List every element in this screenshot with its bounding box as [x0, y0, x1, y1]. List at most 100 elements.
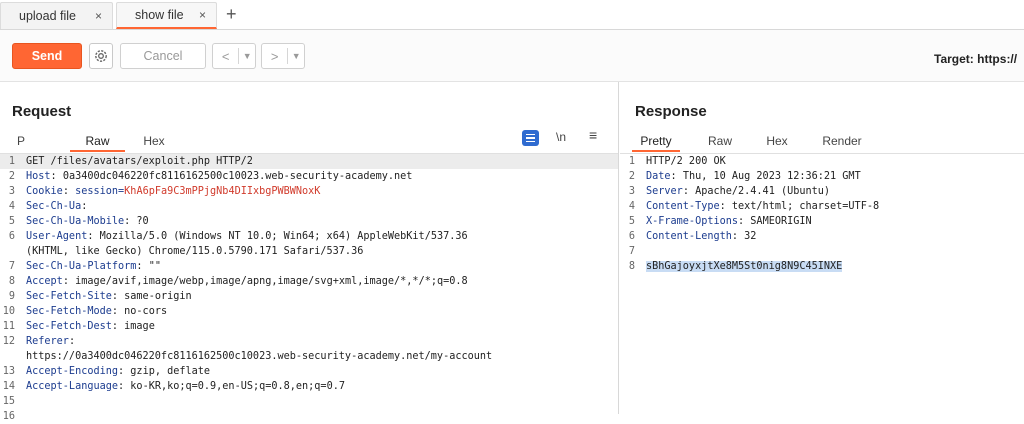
add-tab-icon[interactable]: +: [226, 4, 237, 25]
toolbar: Send Cancel < ▼ > ▼ Target: https://: [0, 30, 1024, 82]
tab-pretty[interactable]: P: [14, 130, 28, 152]
line-number: 7: [8, 261, 15, 272]
editor-line: 5 Sec-Ch-Ua-Mobile: ?0: [0, 214, 618, 229]
line-content: User-Agent: Mozilla/5.0 (Windows NT 10.0…: [26, 229, 468, 244]
header-name: Sec-Fetch-Site: [26, 291, 112, 302]
line-number: 5: [8, 216, 15, 227]
header-separator: :: [81, 201, 88, 212]
header-name: User-Agent: [26, 231, 88, 242]
line-content: Accept-Encoding: gzip, deflate: [26, 364, 210, 379]
line-number: 3: [8, 186, 15, 197]
tab-hex[interactable]: Hex: [136, 130, 172, 152]
header-value: Mozilla/5.0 (Windows NT 10.0; Win64; x64…: [99, 231, 468, 242]
header-value: text/html; charset=UTF-8: [731, 201, 880, 212]
line-number: 4: [628, 201, 635, 212]
header-separator: :: [62, 186, 76, 197]
header-value: 0a3400dc046220fc8116162500c10023.web-sec…: [62, 171, 413, 182]
menu-icon[interactable]: ≡: [589, 127, 597, 143]
response-body-selected: sBhGajoyxjtXe8M5St0nig8N9C45INXE: [646, 261, 843, 272]
response-editor[interactable]: 1 HTTP/2 200 OK 2 Date: Thu, 10 Aug 2023 12…: [620, 153, 1024, 414]
line-content: Host: 0a3400dc046220fc8116162500c10023.w…: [26, 169, 412, 184]
chevron-down-icon[interactable]: ▼: [239, 51, 255, 61]
tab-render[interactable]: Render: [820, 130, 864, 152]
line-content: https://0a3400dc046220fc8116162500c10023…: [26, 349, 492, 364]
header-value: GET /files/avatars/exploit.php HTTP/2: [26, 156, 253, 167]
settings-button[interactable]: [89, 43, 113, 69]
tab-upload-file[interactable]: upload file ×: [0, 2, 113, 29]
line-number: 5: [628, 216, 635, 227]
chevron-right-icon: >: [270, 48, 279, 64]
line-number: 14: [2, 381, 15, 392]
editor-line: 15: [0, 394, 618, 409]
chevron-down-icon[interactable]: ▼: [288, 51, 304, 61]
header-separator: :: [50, 171, 63, 182]
line-content: Referer:: [26, 334, 75, 349]
header-name: Content-Type: [646, 201, 720, 212]
tab-label: upload file: [19, 9, 76, 23]
header-name: Accept-Language: [26, 381, 119, 392]
response-panel: Response Pretty Raw Hex Render 1 HTTP/2 2…: [620, 82, 1024, 414]
header-name: Server: [646, 186, 683, 197]
close-icon[interactable]: ×: [95, 9, 102, 23]
cancel-button[interactable]: Cancel: [120, 43, 206, 69]
editor-line: 8 sBhGajoyxjtXe8M5St0nig8N9C45INXE: [620, 259, 1024, 274]
editor-line: 3 Server: Apache/2.4.41 (Ubuntu): [620, 184, 1024, 199]
editor-line: 12 Referer:: [0, 334, 618, 349]
header-name: Sec-Ch-Ua-Mobile: [26, 216, 125, 227]
line-content: GET /files/avatars/exploit.php HTTP/2: [26, 154, 253, 169]
line-number: 6: [8, 231, 15, 242]
line-content: sBhGajoyxjtXe8M5St0nig8N9C45INXE: [646, 259, 843, 274]
request-panel: Request P Raw Hex \n ≡ 1 GET /files/avata…: [0, 82, 619, 422]
line-number: 10: [2, 306, 15, 317]
tab-show-file[interactable]: show file ×: [116, 2, 217, 29]
header-name: Referer: [26, 336, 69, 347]
header-value: SAMEORIGIN: [750, 216, 812, 227]
editor-line: 4 Sec-Ch-Ua:: [0, 199, 618, 214]
request-title: Request: [12, 103, 72, 120]
header-value: 32: [744, 231, 757, 242]
line-content: Sec-Fetch-Site: same-origin: [26, 289, 192, 304]
editor-line: 11 Sec-Fetch-Dest: image: [0, 319, 618, 334]
word-wrap-icon[interactable]: [522, 130, 539, 146]
forward-button[interactable]: > ▼: [261, 43, 305, 69]
header-name: Host: [26, 171, 51, 182]
request-editor[interactable]: 1 GET /files/avatars/exploit.php HTTP/2 2 H…: [0, 153, 618, 422]
tab-label: show file: [135, 8, 184, 22]
line-number: 16: [2, 411, 15, 422]
header-separator: :: [738, 216, 751, 227]
chevron-left-icon: <: [221, 48, 230, 64]
header-name: Accept-Encoding: [26, 366, 119, 377]
header-value: (KHTML, like Gecko) Chrome/115.0.5790.17…: [26, 246, 364, 257]
newline-toggle-icon[interactable]: \n: [556, 130, 566, 144]
header-name: Date: [646, 171, 671, 182]
header-value: same-origin: [124, 291, 192, 302]
editor-line: https://0a3400dc046220fc8116162500c10023…: [0, 349, 618, 364]
line-content: Cookie: session=KhA6pFa9C3mPPjgNb4DIIxbg…: [26, 184, 320, 199]
editor-line: 1 GET /files/avatars/exploit.php HTTP/2: [0, 154, 618, 169]
line-number: 1: [628, 156, 635, 167]
editor-line: 4 Content-Type: text/html; charset=UTF-8: [620, 199, 1024, 214]
line-number: 12: [2, 336, 15, 347]
line-content: Content-Length: 32: [646, 229, 756, 244]
header-value: https://0a3400dc046220fc8116162500c10023…: [26, 351, 493, 362]
target-label: Target: https://: [934, 52, 1018, 66]
close-icon[interactable]: ×: [199, 8, 206, 22]
line-content: Date: Thu, 10 Aug 2023 12:36:21 GMT: [646, 169, 861, 184]
send-button[interactable]: Send: [12, 43, 82, 69]
cookie-session-value: KhA6pFa9C3mPPjgNb4DIIxbgPWBWNoxK: [124, 186, 321, 197]
tab-raw[interactable]: Raw: [704, 130, 736, 152]
line-content: Content-Type: text/html; charset=UTF-8: [646, 199, 879, 214]
header-separator: :: [111, 321, 125, 332]
line-number: 9: [8, 291, 15, 302]
line-content: Server: Apache/2.4.41 (Ubuntu): [646, 184, 830, 199]
line-number: 8: [8, 276, 15, 287]
back-button[interactable]: < ▼: [212, 43, 256, 69]
tab-raw[interactable]: Raw: [70, 130, 125, 152]
line-content: (KHTML, like Gecko) Chrome/115.0.5790.17…: [26, 244, 363, 259]
gear-icon: [95, 50, 107, 62]
tab-hex[interactable]: Hex: [763, 130, 791, 152]
editor-line: 14 Accept-Language: ko-KR,ko;q=0.9,en-US;…: [0, 379, 618, 394]
editor-line: 10 Sec-Fetch-Mode: no-cors: [0, 304, 618, 319]
header-separator: :: [731, 231, 745, 242]
tab-pretty[interactable]: Pretty: [632, 130, 680, 152]
